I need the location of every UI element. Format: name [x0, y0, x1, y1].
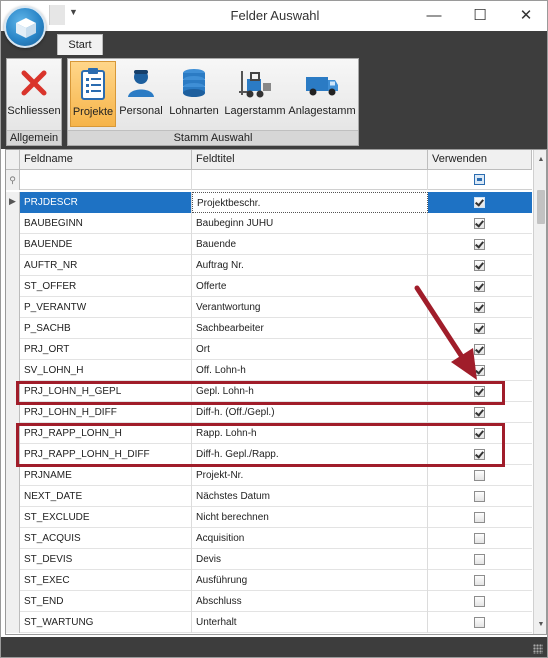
cube-icon	[16, 18, 36, 38]
felder-auswahl-window: ▼ Felder Auswahl — ☐ ✕ Start Schliessen …	[0, 0, 548, 658]
annotation-arrow-icon	[414, 285, 477, 380]
app-menu-orb[interactable]	[4, 6, 46, 48]
